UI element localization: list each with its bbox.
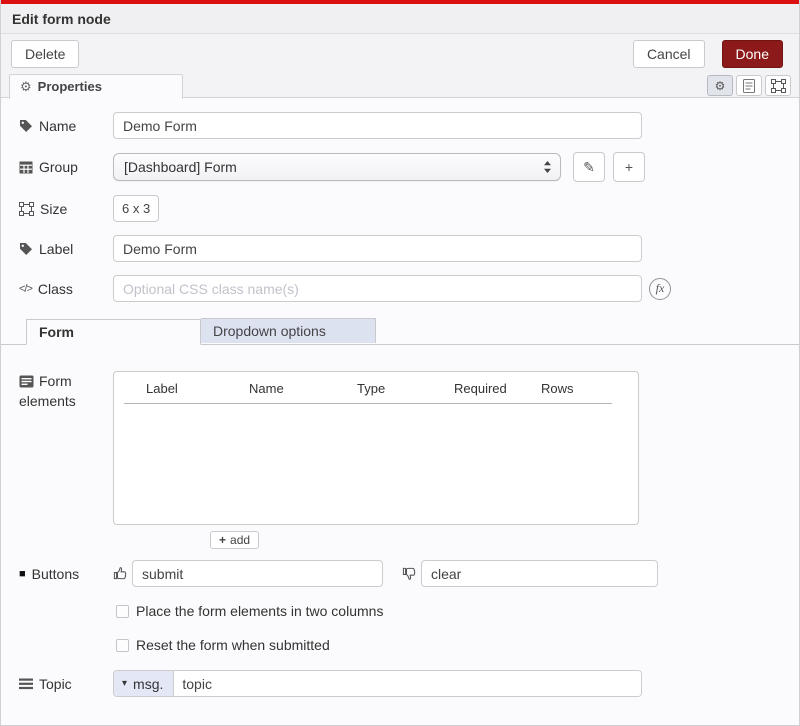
pencil-icon: ✎ [583, 159, 595, 176]
clear-button-label-input[interactable] [421, 560, 658, 587]
size-button[interactable]: 6 x 3 [113, 195, 159, 222]
code-icon: </> [19, 283, 32, 295]
submit-button-label-input[interactable] [132, 560, 383, 587]
properties-panel: Name Group [Dashboard] Form [1, 98, 799, 697]
two-columns-checkbox[interactable] [116, 605, 129, 618]
topic-label: Topic [39, 676, 72, 692]
buttons-row: ■ Buttons [19, 560, 799, 587]
class-label: Class [38, 281, 73, 297]
properties-tab-button[interactable]: ⚙ [707, 75, 733, 96]
size-label-wrap: Size [19, 201, 113, 217]
topic-row: Topic ▾ msg. [19, 670, 799, 697]
two-columns-checkbox-label: Place the form elements in two columns [136, 603, 383, 619]
select-arrows-icon [543, 160, 552, 174]
object-group-icon [771, 79, 786, 93]
form-elements-header: Label Name Type Required Rows [124, 381, 612, 404]
label-input[interactable] [113, 235, 642, 262]
section-tab-row: Form Dropdown options [1, 319, 800, 345]
size-label: Size [40, 201, 67, 217]
editor-tab-row: ⚙ Properties ⚙ [1, 73, 799, 98]
thumbs-down-icon [402, 566, 417, 581]
tab-dropdown-options-label: Dropdown options [213, 323, 326, 339]
topic-type-label: msg. [133, 676, 163, 692]
topic-type-selector[interactable]: ▾ msg. [114, 671, 174, 696]
bars-icon [19, 678, 33, 690]
list-alt-icon [19, 375, 34, 388]
group-label: Group [39, 159, 78, 175]
column-header: Type [357, 381, 454, 396]
object-group-icon [19, 202, 34, 216]
topic-label-wrap: Topic [19, 676, 113, 692]
form-elements-table[interactable]: Label Name Type Required Rows [113, 371, 639, 525]
group-label-wrap: Group [19, 159, 113, 175]
tab-dropdown-options[interactable]: Dropdown options [201, 318, 376, 343]
delete-button[interactable]: Delete [11, 40, 79, 68]
fx-icon: fx [656, 281, 665, 296]
topic-input[interactable] [174, 671, 641, 696]
group-row: Group [Dashboard] Form ✎ + [19, 152, 799, 182]
tab-form-label: Form [39, 324, 74, 340]
topic-typed-input: ▾ msg. [113, 670, 642, 697]
two-columns-checkbox-row: Place the form elements in two columns [116, 603, 799, 619]
add-element-button[interactable]: + add [210, 531, 259, 549]
column-header: Name [249, 381, 357, 396]
fx-button[interactable]: fx [649, 278, 671, 300]
table-icon [19, 161, 33, 174]
done-button[interactable]: Done [722, 40, 783, 68]
name-label-wrap: Name [19, 118, 113, 134]
label-label-wrap: Label [19, 241, 113, 257]
add-element-label: add [230, 533, 250, 547]
reset-form-checkbox[interactable] [116, 639, 129, 652]
appearance-tab-button[interactable] [765, 75, 791, 96]
class-label-wrap: </> Class [19, 281, 113, 297]
dialog-title: Edit form node [1, 4, 799, 34]
edit-form-node-dialog: Edit form node Delete Cancel Done ⚙ Prop… [0, 0, 800, 726]
plus-icon: + [219, 533, 226, 547]
cancel-button[interactable]: Cancel [633, 40, 705, 68]
class-input[interactable] [113, 275, 642, 302]
reset-form-checkbox-label: Reset the form when submitted [136, 637, 330, 653]
column-header: Rows [541, 381, 601, 396]
label-row: Label [19, 235, 799, 262]
tag-icon [19, 119, 33, 133]
name-label: Name [39, 118, 76, 134]
gear-icon: ⚙ [715, 79, 726, 93]
form-elements-label-line1: Form [39, 373, 72, 389]
class-row: </> Class fx [19, 275, 799, 302]
form-elements-block: Form elements Label Name Type Required R… [19, 371, 799, 549]
tab-form[interactable]: Form [26, 319, 201, 345]
gear-icon: ⚙ [20, 79, 32, 95]
size-row: Size 6 x 3 [19, 195, 799, 222]
name-row: Name [19, 112, 799, 139]
reset-form-checkbox-row: Reset the form when submitted [116, 637, 799, 653]
edit-group-button[interactable]: ✎ [573, 152, 605, 182]
plus-icon: + [625, 159, 633, 175]
form-elements-label-wrap: Form elements [19, 371, 113, 411]
column-header: Required [454, 381, 541, 396]
buttons-label-wrap: ■ Buttons [19, 566, 113, 582]
tag-icon [19, 242, 33, 256]
tab-properties[interactable]: ⚙ Properties [9, 74, 183, 99]
square-icon: ■ [19, 568, 26, 580]
editor-tab-buttons: ⚙ [707, 75, 791, 96]
group-select[interactable]: [Dashboard] Form [113, 153, 561, 181]
group-select-value: [Dashboard] Form [124, 159, 543, 175]
description-tab-button[interactable] [736, 75, 762, 96]
chevron-down-icon: ▾ [122, 678, 127, 689]
dialog-toolbar: Delete Cancel Done [1, 34, 799, 73]
column-header: Label [146, 381, 249, 396]
add-group-button[interactable]: + [613, 152, 645, 182]
name-input[interactable] [113, 112, 642, 139]
form-elements-label-line2: elements [19, 393, 76, 409]
label-label: Label [39, 241, 73, 257]
file-text-icon [743, 79, 755, 93]
thumbs-up-icon [113, 566, 128, 581]
tab-properties-label: Properties [38, 79, 102, 94]
buttons-label: Buttons [32, 566, 79, 582]
